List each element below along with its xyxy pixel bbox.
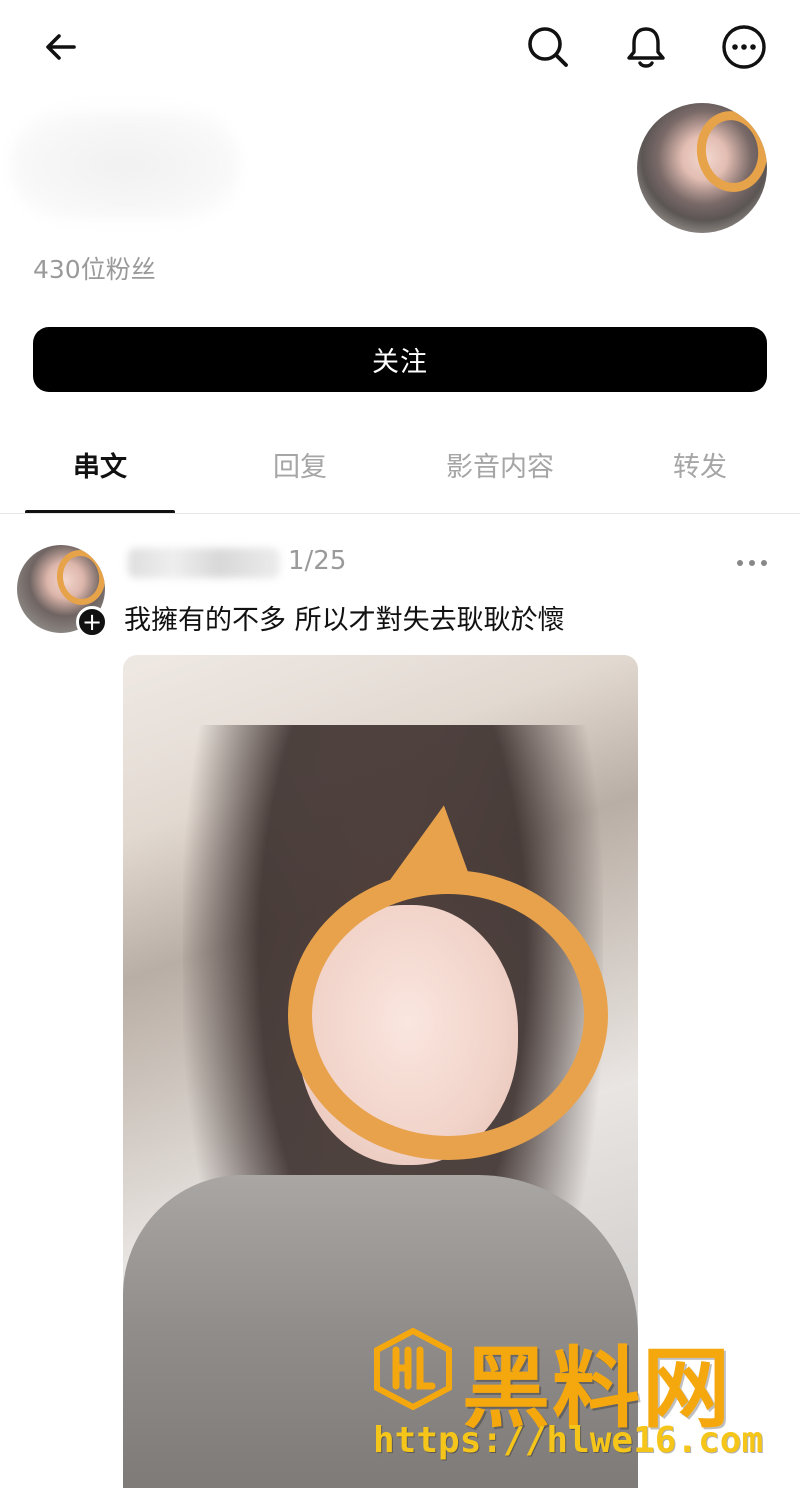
watermark-logo-icon [372, 1327, 454, 1411]
post-username-blurred[interactable] [128, 548, 280, 578]
bell-icon[interactable] [618, 19, 674, 75]
tab-replies[interactable]: 回复 [200, 445, 400, 484]
post-date: 1/25 [288, 546, 347, 576]
follow-button[interactable]: 关注 [33, 327, 767, 392]
back-arrow-icon[interactable] [33, 19, 89, 75]
tab-reposts[interactable]: 转发 [600, 445, 800, 484]
avatar-headband-shape [691, 106, 767, 196]
followers-count[interactable]: 430位粉丝 [33, 250, 156, 286]
profile-name-blurred [10, 110, 240, 220]
profile-avatar[interactable] [637, 103, 767, 233]
tab-media[interactable]: 影音内容 [400, 445, 600, 484]
tab-divider [0, 513, 800, 514]
search-icon[interactable] [520, 19, 576, 75]
avatar-headband-shape [53, 547, 105, 608]
more-icon[interactable] [716, 19, 772, 75]
image-headband-shape [288, 870, 608, 1160]
plus-icon[interactable]: + [76, 606, 108, 638]
tab-threads[interactable]: 串文 [0, 445, 200, 484]
more-horizontal-icon[interactable] [730, 545, 774, 581]
post-text: 我擁有的不多 所以才對失去耿耿於懷 [124, 605, 565, 636]
watermark-url: https://hlwe16.com [373, 1420, 764, 1461]
